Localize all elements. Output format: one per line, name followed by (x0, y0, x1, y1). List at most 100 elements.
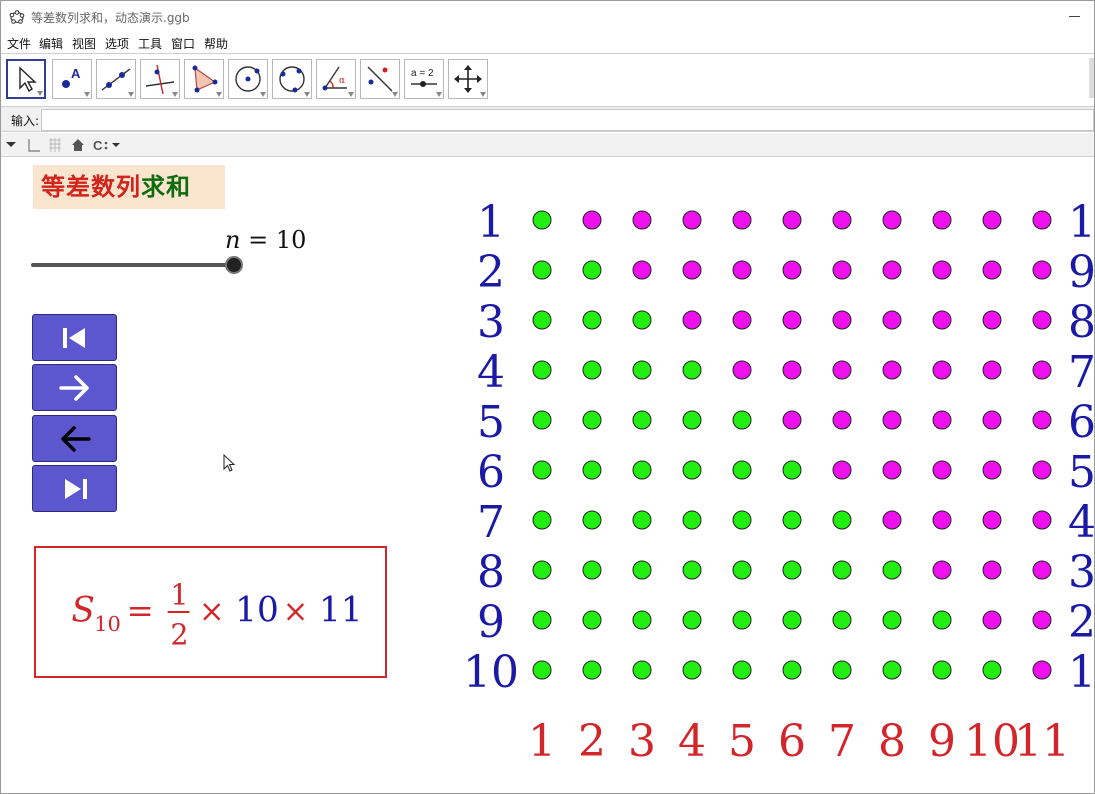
green-dot (882, 560, 902, 580)
magenta-dot (1032, 310, 1052, 330)
green-dot (532, 560, 552, 580)
green-dot (532, 210, 552, 230)
skip-to-end-button[interactable] (32, 465, 117, 512)
title-caption: 等差数列求和 (33, 165, 225, 209)
axes-toggle-icon[interactable] (27, 137, 41, 153)
column-label: 1 (528, 716, 556, 767)
magenta-dot (832, 410, 852, 430)
line-tool-button[interactable] (96, 59, 136, 99)
magenta-dot (932, 360, 952, 380)
row-label-left: 2 (477, 247, 505, 298)
row-label-left: 1 (477, 197, 505, 248)
slider-value: 10 (275, 226, 307, 254)
minimize-button[interactable] (1062, 5, 1088, 27)
green-dot (632, 460, 652, 480)
sum-formula: S 10 = 1 2 × 10 × 11 (71, 577, 362, 651)
slider-tool-button[interactable]: a = 2 (404, 59, 444, 99)
row-label-left: 7 (477, 497, 505, 548)
magenta-dot (882, 460, 902, 480)
input-field[interactable] (41, 109, 1094, 131)
collapse-triangle-icon[interactable] (5, 137, 17, 153)
window-title: 等差数列求和，动态演示.ggb (31, 11, 190, 25)
column-label: 2 (578, 716, 606, 767)
magenta-dot (982, 210, 1002, 230)
green-dot (632, 310, 652, 330)
green-dot (582, 410, 602, 430)
column-label: 8 (878, 716, 906, 767)
menu-view[interactable]: 视图 (72, 35, 96, 52)
reflect-tool-button[interactable] (360, 59, 400, 99)
column-label: 7 (828, 716, 856, 767)
circle-three-points-tool-button[interactable] (272, 59, 312, 99)
green-dot (682, 410, 702, 430)
sum-formula-box: S 10 = 1 2 × 10 × 11 (34, 546, 387, 678)
green-dot (732, 410, 752, 430)
menu-window[interactable]: 窗口 (171, 35, 195, 52)
point-tool-icon: A (62, 66, 81, 88)
row-label-right: 8 (1068, 297, 1095, 348)
row-label-left: 5 (477, 397, 505, 448)
magenta-dot (782, 410, 802, 430)
point-capture-dropdown-icon[interactable]: C (93, 137, 123, 153)
magenta-dot (632, 260, 652, 280)
slider-variable: n (225, 226, 241, 254)
slider-n-track[interactable] (31, 263, 234, 267)
skip-to-end-icon (65, 479, 87, 499)
green-dot (782, 460, 802, 480)
polygon-tool-button[interactable] (184, 59, 224, 99)
toolbar-scroll-edge (1089, 58, 1094, 98)
green-dot (582, 360, 602, 380)
green-dot (532, 510, 552, 530)
green-dot (832, 560, 852, 580)
move-view-tool-button[interactable] (448, 59, 488, 99)
green-dot (532, 460, 552, 480)
angle-tool-button[interactable]: α (316, 59, 356, 99)
magenta-dot (782, 260, 802, 280)
graphics-view[interactable]: 等差数列求和 n = 10 S 10 = 1 2 × 10 × 11 1 1 2… (1, 158, 1095, 793)
line-tool-icon (101, 68, 131, 91)
magenta-dot (982, 260, 1002, 280)
magenta-dot (782, 210, 802, 230)
step-forward-button[interactable] (32, 364, 117, 411)
circle-tool-icon (235, 66, 261, 92)
point-tool-button[interactable]: A (52, 59, 92, 99)
magenta-dot (1032, 210, 1052, 230)
magenta-dot (882, 360, 902, 380)
green-dot (632, 360, 652, 380)
perpendicular-line-tool-button[interactable] (140, 59, 180, 99)
menu-file[interactable]: 文件 (7, 35, 31, 52)
skip-to-start-button[interactable] (32, 314, 117, 361)
row-label-right: 7 (1068, 347, 1095, 398)
slider-tool-label: a = 2 (411, 68, 434, 79)
magenta-dot (1032, 610, 1052, 630)
row-label-left: 3 (477, 297, 505, 348)
magenta-dot (1032, 660, 1052, 680)
row-label-right: 10 (1068, 197, 1095, 248)
move-tool-button[interactable] (6, 59, 46, 99)
step-back-button[interactable] (32, 415, 117, 462)
green-dot (582, 260, 602, 280)
magenta-dot (832, 260, 852, 280)
menu-tools[interactable]: 工具 (138, 35, 162, 52)
circle-tool-button[interactable] (228, 59, 268, 99)
home-view-icon[interactable] (71, 137, 85, 153)
menu-options[interactable]: 选项 (105, 35, 129, 52)
green-dot (682, 360, 702, 380)
green-dot (632, 410, 652, 430)
geogebra-window: 等差数列求和，动态演示.ggb 文件 编辑 视图 选项 工具 窗口 帮助 A α… (0, 0, 1095, 794)
row-label-right: 3 (1068, 547, 1095, 598)
magenta-dot (682, 210, 702, 230)
menu-help[interactable]: 帮助 (204, 35, 228, 52)
row-label-right: 2 (1068, 597, 1095, 648)
magenta-dot (832, 360, 852, 380)
slider-n-handle[interactable] (225, 256, 243, 274)
row-label-right: 5 (1068, 447, 1095, 498)
menu-edit[interactable]: 编辑 (39, 35, 63, 52)
green-dot (782, 510, 802, 530)
magenta-dot (982, 510, 1002, 530)
input-label: 输入: (11, 114, 40, 128)
mouse-cursor-icon (223, 454, 236, 472)
green-dot (582, 610, 602, 630)
step-forward-arrow-icon (59, 375, 89, 401)
grid-toggle-icon[interactable] (48, 137, 62, 153)
